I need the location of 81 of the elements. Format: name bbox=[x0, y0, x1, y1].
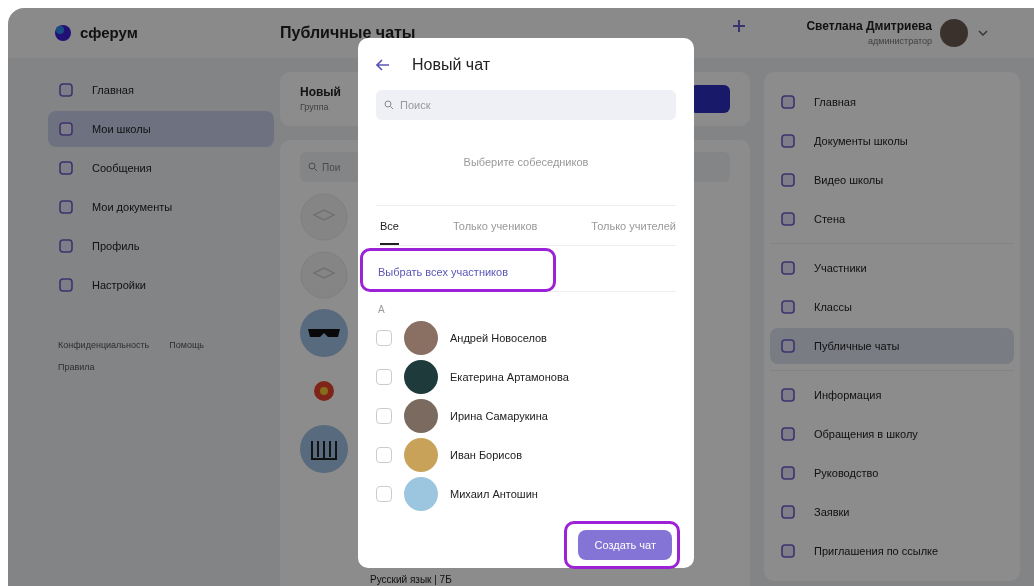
nav-icon bbox=[780, 338, 796, 354]
nav-icon bbox=[58, 199, 74, 215]
empty-hint: Выберите собеседников bbox=[463, 155, 589, 171]
member-name: Андрей Новоселов bbox=[450, 330, 547, 346]
nav-item[interactable]: Информация bbox=[770, 377, 1014, 413]
back-arrow-icon[interactable] bbox=[376, 59, 390, 71]
nav-item[interactable]: Профиль bbox=[48, 228, 274, 264]
avatar-photo bbox=[404, 360, 438, 394]
footer-link[interactable]: Помощь bbox=[169, 339, 205, 353]
nav-icon bbox=[58, 238, 74, 254]
caret-icon[interactable] bbox=[978, 30, 988, 36]
search-icon bbox=[308, 162, 318, 172]
nav-item[interactable]: Участники bbox=[770, 250, 1014, 286]
checkbox[interactable] bbox=[376, 369, 392, 385]
nav-icon bbox=[780, 133, 796, 149]
nav-item[interactable]: Настройки bbox=[48, 267, 274, 303]
avatar-photo bbox=[404, 321, 438, 355]
chat-name: Русский язык | 7Б bbox=[370, 573, 453, 586]
filter-tab[interactable]: Только учителей bbox=[591, 216, 676, 245]
placeholder-avatar bbox=[300, 193, 348, 241]
nav-icon bbox=[780, 172, 796, 188]
select-all-link[interactable]: Выбрать всех участников bbox=[378, 263, 509, 281]
placeholder-avatar bbox=[300, 251, 348, 299]
nav-icon bbox=[780, 426, 796, 442]
nav-icon bbox=[780, 211, 796, 227]
member-name: Ирина Самарукина bbox=[450, 408, 548, 424]
nav-item[interactable]: Видео школы bbox=[770, 162, 1014, 198]
nav-item[interactable]: Сообщения bbox=[48, 150, 274, 186]
nav-item[interactable]: Классы bbox=[770, 289, 1014, 325]
nav-item[interactable]: Приглашения по ссылке bbox=[770, 533, 1014, 569]
filter-tab[interactable]: Только учеников bbox=[452, 216, 538, 245]
nav-item[interactable]: Публичные чаты bbox=[770, 328, 1014, 364]
nav-icon bbox=[780, 299, 796, 315]
nav-item[interactable]: Документы школы bbox=[770, 123, 1014, 159]
page-title: Публичные чаты bbox=[280, 23, 416, 43]
user-role: администратор bbox=[868, 35, 932, 49]
nav-icon bbox=[780, 543, 796, 559]
nav-item[interactable]: Заявки bbox=[770, 494, 1014, 530]
checkbox[interactable] bbox=[376, 447, 392, 463]
filter-tab[interactable]: Все bbox=[380, 216, 399, 245]
nav-item[interactable]: Мои школы bbox=[48, 111, 274, 147]
section-letter: А bbox=[378, 302, 386, 317]
nav-icon bbox=[58, 82, 74, 98]
card-subtitle: Группа bbox=[300, 101, 330, 115]
avatar-photo[interactable] bbox=[940, 19, 968, 47]
user-name: Светлана Дмитриева bbox=[806, 18, 932, 36]
nav-icon bbox=[780, 387, 796, 403]
avatar-photo bbox=[404, 399, 438, 433]
nav-item[interactable]: Мои документы bbox=[48, 189, 274, 225]
plus-icon[interactable] bbox=[732, 19, 747, 33]
search-icon bbox=[384, 100, 394, 110]
nav-icon bbox=[58, 121, 74, 137]
nav-icon bbox=[780, 504, 796, 520]
footer-link[interactable]: Конфиденциальность bbox=[58, 339, 150, 353]
nav-icon bbox=[58, 160, 74, 176]
logo-text: сферум bbox=[80, 22, 138, 43]
nav-item[interactable]: Главная bbox=[770, 84, 1014, 120]
nav-item[interactable]: Руководство bbox=[770, 455, 1014, 491]
footer-link[interactable]: Правила bbox=[58, 360, 95, 374]
member-name: Екатерина Артамонова bbox=[450, 369, 569, 385]
checkbox[interactable] bbox=[376, 486, 392, 502]
avatar-photo bbox=[404, 477, 438, 511]
create-chat-button[interactable]: Создать чат bbox=[578, 530, 672, 560]
dialog-title: Новый чат bbox=[412, 55, 491, 75]
checkbox[interactable] bbox=[376, 330, 392, 346]
book-avatar bbox=[300, 425, 348, 473]
avatar-photo bbox=[404, 438, 438, 472]
checkbox[interactable] bbox=[376, 408, 392, 424]
search-field[interactable]: Поиск bbox=[376, 90, 676, 120]
nav-item[interactable]: Главная bbox=[48, 72, 274, 108]
nav-icon bbox=[780, 465, 796, 481]
nav-icon bbox=[58, 277, 74, 293]
card-title: Новый bbox=[300, 84, 341, 102]
sunglasses-avatar bbox=[300, 309, 348, 357]
nav-icon bbox=[780, 260, 796, 276]
nav-icon bbox=[780, 94, 796, 110]
nav-item[interactable]: Обращения в школу bbox=[770, 416, 1014, 452]
member-name: Иван Борисов bbox=[450, 447, 523, 463]
nav-item[interactable]: Стена bbox=[770, 201, 1014, 237]
member-name: Михаил Антошин bbox=[450, 486, 538, 502]
logo-icon bbox=[54, 24, 72, 42]
